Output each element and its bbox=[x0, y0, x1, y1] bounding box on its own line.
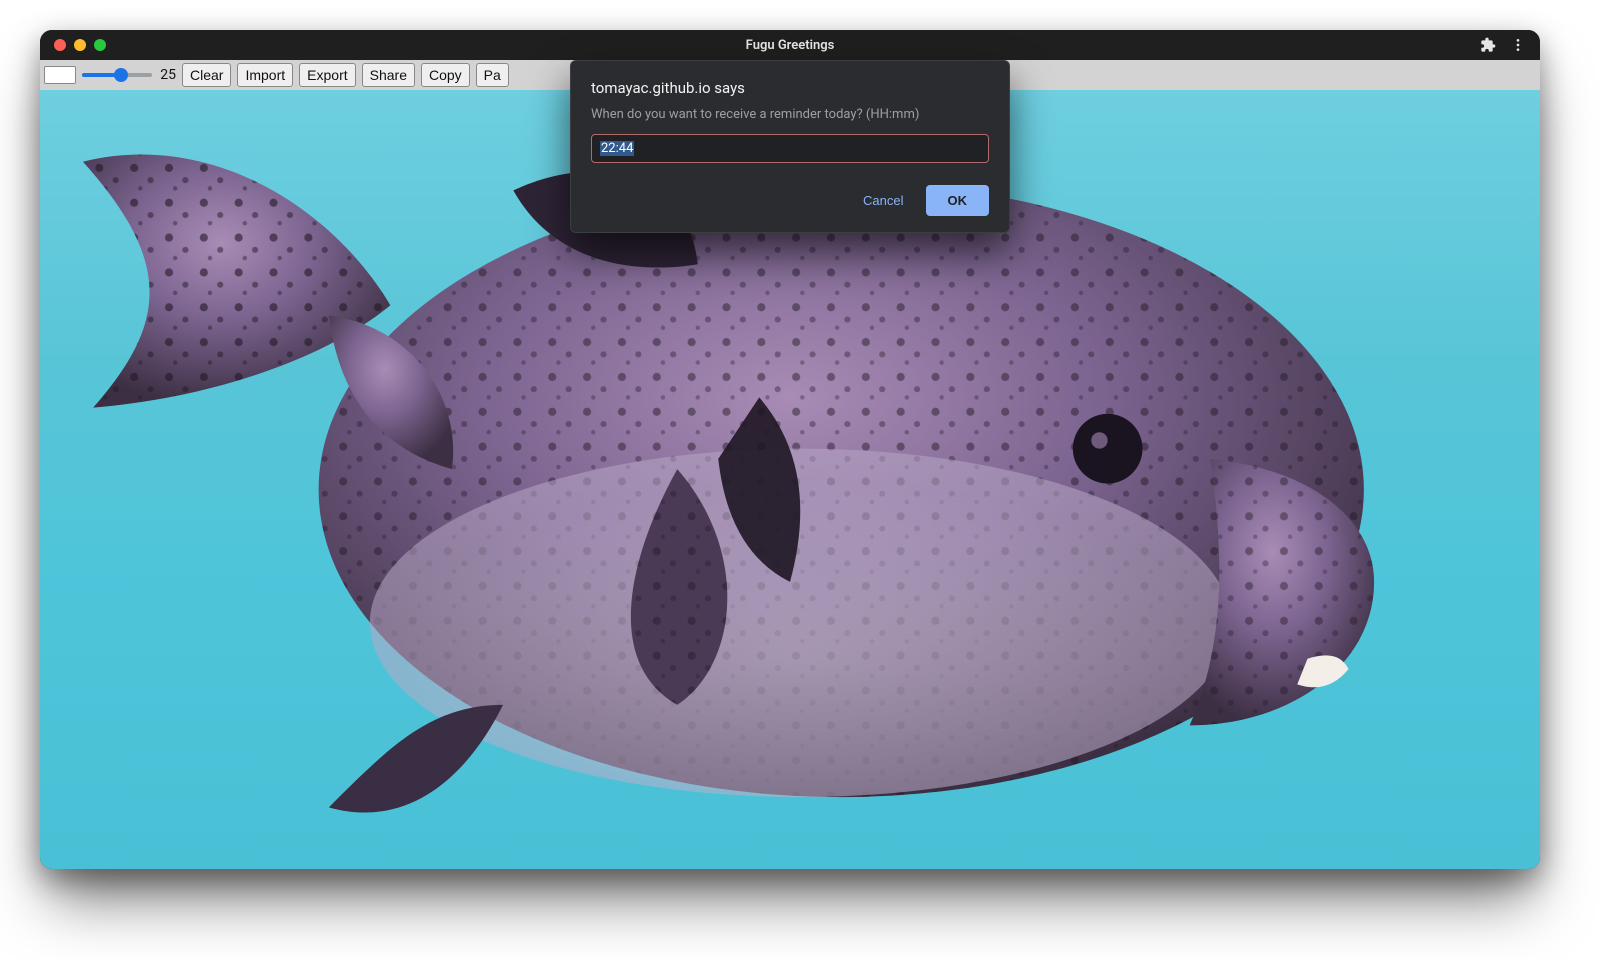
prompt-dialog: tomayac.github.io says When do you want … bbox=[570, 60, 1010, 233]
extensions-icon[interactable] bbox=[1480, 37, 1496, 53]
dialog-message: When do you want to receive a reminder t… bbox=[591, 107, 989, 122]
app-window: Fugu Greetings 25 ClearImportExportSh bbox=[40, 30, 1540, 869]
dialog-input[interactable]: 22:44 bbox=[591, 134, 989, 163]
dialog-origin: tomayac.github.io says bbox=[591, 79, 989, 97]
window-controls bbox=[54, 39, 106, 51]
ok-button[interactable]: OK bbox=[926, 185, 990, 216]
copy-button[interactable]: Copy bbox=[421, 63, 470, 87]
window-minimize-icon[interactable] bbox=[74, 39, 86, 51]
clear-button[interactable]: Clear bbox=[182, 63, 231, 87]
brush-size-slider[interactable]: 25 bbox=[82, 67, 176, 83]
export-button[interactable]: Export bbox=[299, 63, 355, 87]
paste-button-partial[interactable]: Pa bbox=[476, 63, 509, 87]
kebab-menu-icon[interactable] bbox=[1510, 37, 1526, 53]
titlebar: Fugu Greetings bbox=[40, 30, 1540, 60]
window-title: Fugu Greetings bbox=[746, 38, 835, 53]
window-close-icon[interactable] bbox=[54, 39, 66, 51]
window-zoom-icon[interactable] bbox=[94, 39, 106, 51]
import-button[interactable]: Import bbox=[237, 63, 293, 87]
cancel-button[interactable]: Cancel bbox=[859, 187, 907, 214]
color-swatch[interactable] bbox=[44, 66, 76, 84]
brush-size-value: 25 bbox=[158, 67, 176, 83]
share-button[interactable]: Share bbox=[362, 63, 415, 87]
